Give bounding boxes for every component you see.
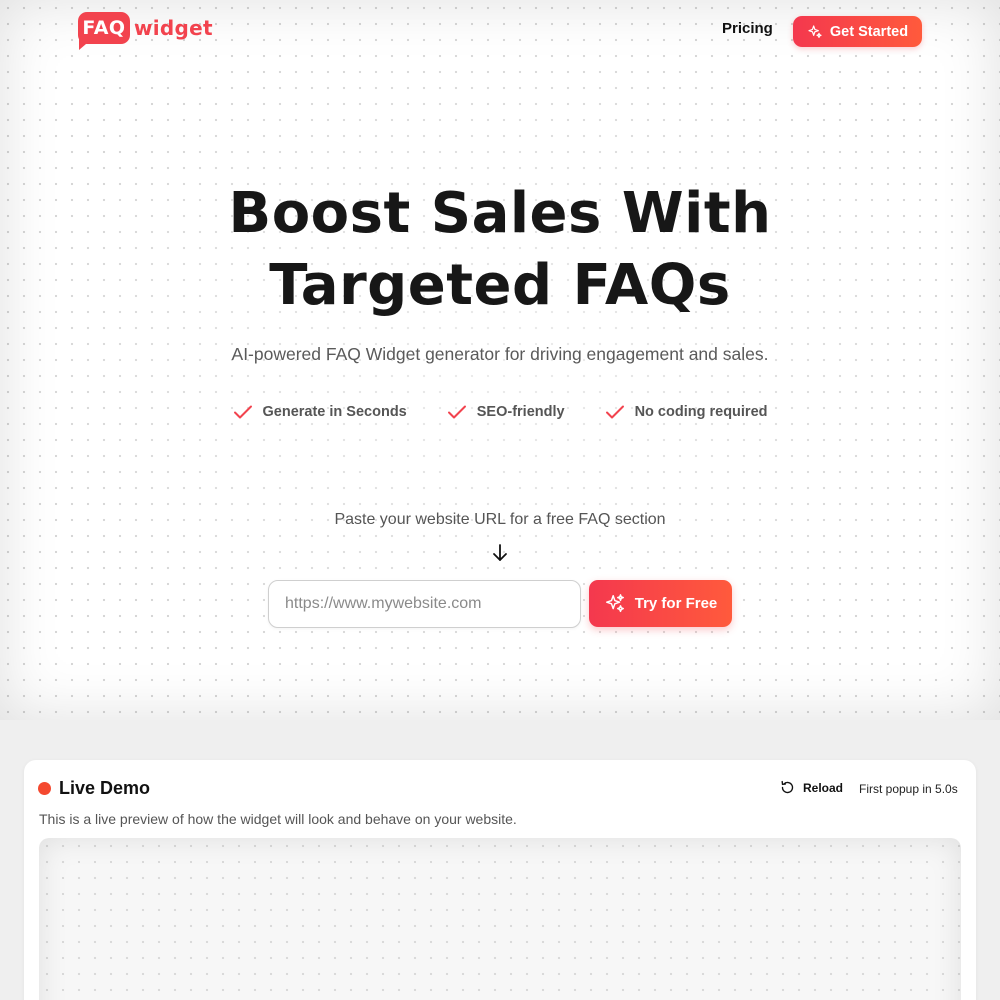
live-demo-card: Live Demo Reload First popup in 5.0s Thi… <box>24 760 976 1000</box>
popup-timer: First popup in 5.0s <box>859 782 958 796</box>
logo-word: widget <box>134 16 213 40</box>
page-title: Boost Sales With Targeted FAQs <box>0 178 1000 322</box>
feature-list: Generate in Seconds SEO-friendly No codi… <box>0 404 1000 420</box>
check-icon <box>233 405 252 419</box>
feature-item: Generate in Seconds <box>233 404 407 420</box>
url-prompt: Paste your website URL for a free FAQ se… <box>334 511 666 528</box>
live-demo-title: Live Demo <box>59 778 151 798</box>
check-icon <box>447 405 466 419</box>
sparkle-icon <box>808 24 822 38</box>
page-subtitle: AI-powered FAQ Widget generator for driv… <box>231 344 769 364</box>
feature-item: No coding required <box>605 404 768 420</box>
try-for-free-button[interactable]: Try for Free <box>589 580 732 627</box>
title-line-1: Boost Sales With <box>228 181 772 246</box>
feature-item: SEO-friendly <box>447 404 565 420</box>
feature-label: SEO-friendly <box>476 404 565 420</box>
try-for-free-label: Try for Free <box>634 595 718 612</box>
logo[interactable]: FAQ widget <box>78 12 213 52</box>
arrow-down-icon <box>493 544 507 561</box>
reload-icon <box>781 780 794 794</box>
live-demo-description: This is a live preview of how the widget… <box>39 811 517 827</box>
live-demo-preview <box>39 838 961 1000</box>
reload-label: Reload <box>803 780 844 795</box>
get-started-button[interactable]: Get Started <box>793 16 922 47</box>
check-icon <box>605 405 624 419</box>
nav-pricing-link[interactable]: Pricing <box>722 20 773 37</box>
live-indicator-dot <box>38 782 51 795</box>
logo-badge: FAQ <box>78 12 130 44</box>
title-line-2: Targeted FAQs <box>269 253 731 318</box>
reload-button[interactable]: Reload <box>780 780 843 795</box>
website-url-input[interactable] <box>268 580 581 628</box>
get-started-label: Get Started <box>829 23 909 40</box>
sparkle-icon <box>605 593 624 612</box>
feature-label: Generate in Seconds <box>262 404 407 420</box>
hero-section: FAQ widget Pricing Get Started Boost Sal… <box>0 0 1000 720</box>
feature-label: No coding required <box>634 404 768 420</box>
